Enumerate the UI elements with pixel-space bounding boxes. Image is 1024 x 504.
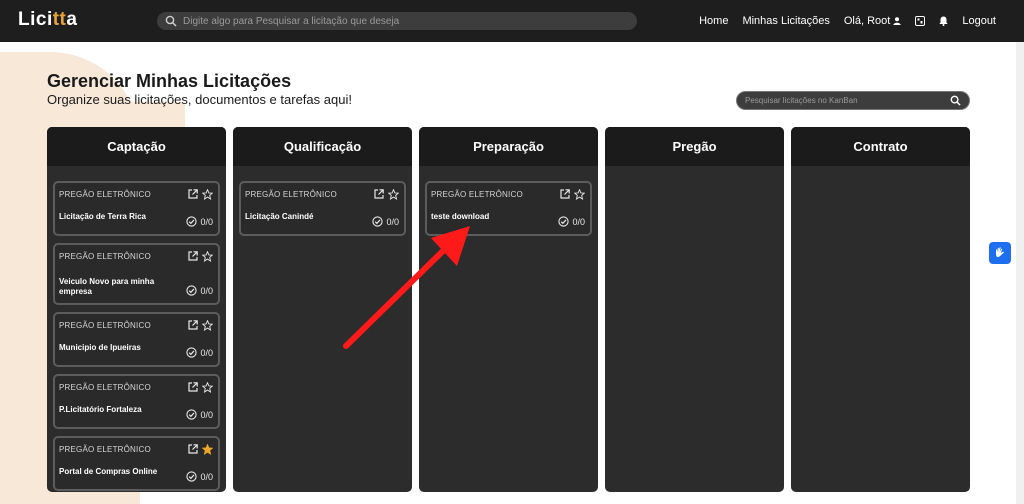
open-external-icon[interactable] [188,251,198,261]
task-count-value: 0/0 [200,347,213,358]
task-count-value: 0/0 [200,471,213,482]
column-title: Contrato [791,127,970,166]
kanban-search-input[interactable] [745,96,950,105]
card-actions [560,189,585,200]
check-circle-icon [186,409,198,420]
task-count-value: 0/0 [572,216,585,227]
bell-icon [939,16,949,26]
user-greeting: Olá, Root [843,15,891,27]
card-title: teste download [431,212,490,221]
kanban-board: Captação PREGÃO ELETRÔNICO Licitação de Te… [47,127,970,492]
card-title: Municipio de Ipueiras [59,343,141,352]
check-circle-icon [372,216,384,227]
accessibility-button[interactable] [989,242,1011,264]
licitacao-card[interactable]: PREGÃO ELETRÔNICO P.Licitatório Fortaleza… [53,374,220,429]
column-title: Pregão [605,127,784,166]
open-external-icon[interactable] [188,382,198,392]
logout-link[interactable]: Logout [962,15,996,27]
task-count-value: 0/0 [386,216,399,227]
check-circle-icon [186,285,198,296]
star-icon[interactable] [574,189,585,200]
search-icon[interactable] [950,95,961,106]
card-actions [188,444,213,455]
page-subtitle: Organize suas licitações, documentos e t… [47,92,352,107]
column-body [605,166,784,181]
card-task-count: 0/0 [186,409,213,420]
check-circle-icon [558,216,570,227]
dashboard-button[interactable] [915,16,926,26]
open-external-icon[interactable] [188,189,198,199]
search-icon [165,15,177,27]
column-title: Preparação [419,127,598,166]
nav-minhas-licitacoes-link[interactable]: Minhas Licitações [742,15,829,27]
open-external-icon[interactable] [188,444,198,454]
task-count-value: 0/0 [200,285,213,296]
check-circle-icon [186,216,198,227]
page-title: Gerenciar Minhas Licitações [47,71,292,91]
card-task-count: 0/0 [186,471,213,482]
open-external-icon[interactable] [374,189,384,199]
licitacao-card[interactable]: PREGÃO ELETRÔNICO Licitação Canindé 0/0 [239,181,406,236]
kanban-column: Captação PREGÃO ELETRÔNICO Licitação de Te… [47,127,226,492]
task-count-value: 0/0 [200,409,213,420]
column-title: Captação [47,127,226,166]
card-task-count: 0/0 [372,216,399,227]
app-logo[interactable]: Licitta [18,9,77,31]
card-task-count: 0/0 [558,216,585,227]
kanban-column: Contrato [791,127,970,492]
card-title: Portal de Compras Online [59,467,158,476]
dashboard-icon [915,16,926,26]
licitacao-card[interactable]: PREGÃO ELETRÔNICO teste download 0/0 [425,181,592,236]
star-icon[interactable] [202,189,213,200]
card-actions [188,189,213,200]
licitacao-card[interactable]: PREGÃO ELETRÔNICO Portal de Compras Onlin… [53,436,220,491]
check-circle-icon [186,471,198,482]
kanban-search [736,91,970,110]
top-nav: Home Minhas Licitações Olá, Root Logout [699,0,996,42]
card-actions [188,320,213,331]
global-search-input[interactable] [183,15,623,27]
licitacao-card[interactable]: PREGÃO ELETRÔNICO Veiculo Novo para minha… [53,243,220,305]
card-title: Licitação de Terra Rica [59,212,146,221]
card-title: Licitação Canindé [245,212,314,221]
star-icon[interactable] [202,251,213,262]
card-title: Veiculo Novo para minha empresa [59,277,155,296]
check-circle-icon [186,347,198,358]
open-external-icon[interactable] [188,320,198,330]
card-task-count: 0/0 [186,285,213,296]
column-body: PREGÃO ELETRÔNICO Licitação Canindé 0/0 [233,166,412,236]
column-title: Qualificação [233,127,412,166]
column-body: PREGÃO ELETRÔNICO Licitação de Terra Rica… [47,166,226,491]
page-heading: Gerenciar Minhas Licitações Organize sua… [47,71,352,107]
global-search [157,12,637,30]
nav-home-link[interactable]: Home [699,15,728,27]
card-actions [374,189,399,200]
task-count-value: 0/0 [200,216,213,227]
star-icon[interactable] [388,189,399,200]
page-scrollbar[interactable] [1016,42,1024,504]
open-external-icon[interactable] [560,189,570,199]
top-navbar: Licitta Home Minhas Licitações Olá, Root… [0,0,1024,42]
user-menu[interactable]: Olá, Root [843,15,902,27]
column-body [791,166,970,181]
star-icon[interactable] [202,444,213,455]
card-title: P.Licitatório Fortaleza [59,405,142,414]
kanban-column: Qualificação PREGÃO ELETRÔNICO Licitação C… [233,127,412,492]
card-actions [188,251,213,262]
notifications-button[interactable] [939,16,949,26]
column-body: PREGÃO ELETRÔNICO teste download 0/0 [419,166,598,236]
kanban-column: Preparação PREGÃO ELETRÔNICO teste downloa… [419,127,598,492]
licitacao-card[interactable]: PREGÃO ELETRÔNICO Municipio de Ipueiras 0/… [53,312,220,367]
star-icon[interactable] [202,382,213,393]
star-icon[interactable] [202,320,213,331]
kanban-column: Pregão [605,127,784,492]
sign-language-icon [996,247,1004,257]
user-icon [893,17,902,25]
licitacao-card[interactable]: PREGÃO ELETRÔNICO Licitação de Terra Rica… [53,181,220,236]
card-task-count: 0/0 [186,216,213,227]
card-actions [188,382,213,393]
card-task-count: 0/0 [186,347,213,358]
